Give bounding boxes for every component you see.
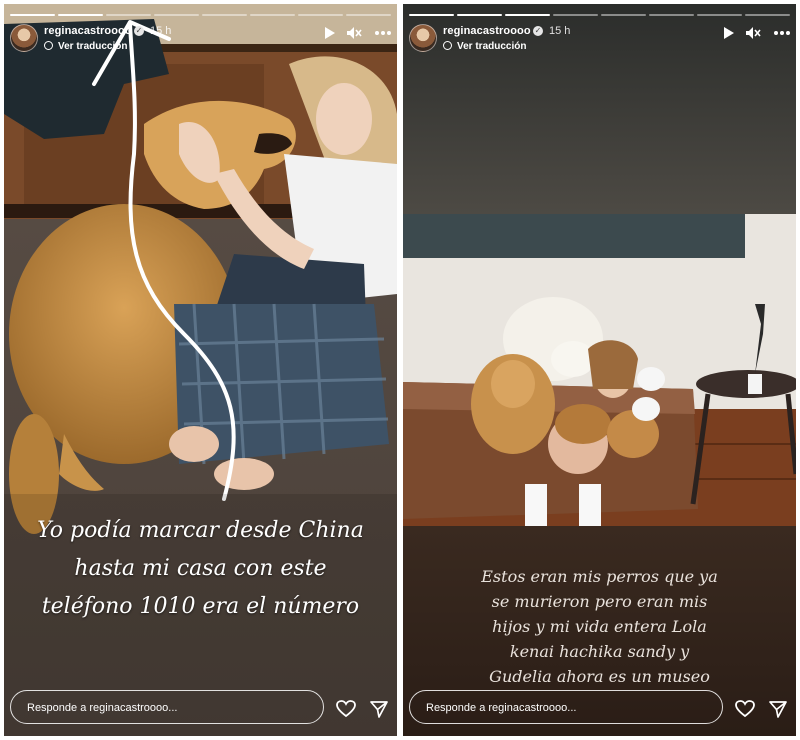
send-icon[interactable] [370,700,388,718]
story-header: reginacastroooo ✓ 15 h Ver traducción [10,22,392,56]
story-photo [4,4,397,736]
progress-segment [202,14,247,16]
translate-link[interactable]: Ver traducción [44,41,127,52]
username[interactable]: reginacastroooo [443,25,531,37]
mute-icon[interactable] [745,26,761,40]
caption-line: Yo podía marcar desde China [37,518,364,543]
timestamp: 15 h [150,25,172,37]
story-caption: Estos eran mis perros que ya se murieron… [403,564,796,689]
globe-icon [44,41,53,50]
progress-segment [553,14,598,16]
progress-segment [697,14,742,16]
more-icon[interactable] [374,26,392,40]
progress-segment [649,14,694,16]
play-icon[interactable] [322,26,336,40]
verified-icon: ✓ [134,26,144,36]
reply-input[interactable]: Responde a reginacastroooo... [409,690,723,724]
caption-line: Estos eran mis perros que ya [481,567,718,586]
caption-line: se murieron pero eran mis [491,592,708,611]
progress-segment [154,14,199,16]
avatar[interactable] [10,24,38,52]
more-icon[interactable] [773,26,791,40]
heart-icon[interactable] [735,700,755,718]
mute-icon[interactable] [346,26,362,40]
progress-segment [409,14,454,16]
reply-input[interactable]: Responde a reginacastroooo... [10,690,324,724]
play-icon[interactable] [721,26,735,40]
username[interactable]: reginacastroooo [44,25,132,37]
caption-line: hijos y mi vida entera Lola [492,617,707,636]
globe-icon [443,41,452,50]
translate-label: Ver traducción [58,41,128,52]
progress-segment [298,14,343,16]
story-right[interactable]: reginacastroooo ✓ 15 h Ver traducción Es… [403,4,796,736]
progress-segment [106,14,151,16]
progress-segment [250,14,295,16]
story-caption: Yo podía marcar desde China hasta mi cas… [4,512,397,626]
progress-segment [505,14,550,16]
send-icon[interactable] [769,700,787,718]
progress-segment [58,14,103,16]
story-progress-bar [10,14,391,16]
caption-line: teléfono 1010 era el número [41,594,360,619]
heart-icon[interactable] [336,700,356,718]
progress-segment [601,14,646,16]
story-progress-bar [409,14,790,16]
progress-segment [457,14,502,16]
caption-line: hasta mi casa con este [74,556,327,581]
story-left[interactable]: reginacastroooo ✓ 15 h Ver traducción Yo… [4,4,397,736]
translate-label: Ver traducción [457,41,527,52]
story-header: reginacastroooo ✓ 15 h Ver traducción [409,22,791,56]
timestamp: 15 h [549,25,571,37]
avatar[interactable] [409,24,437,52]
verified-icon: ✓ [533,26,543,36]
progress-segment [10,14,55,16]
progress-segment [745,14,790,16]
caption-line: Gudelia ahora es un museo [489,667,710,686]
progress-segment [346,14,391,16]
caption-line: kenai hachika sandy y [509,642,690,661]
translate-link[interactable]: Ver traducción [443,41,526,52]
